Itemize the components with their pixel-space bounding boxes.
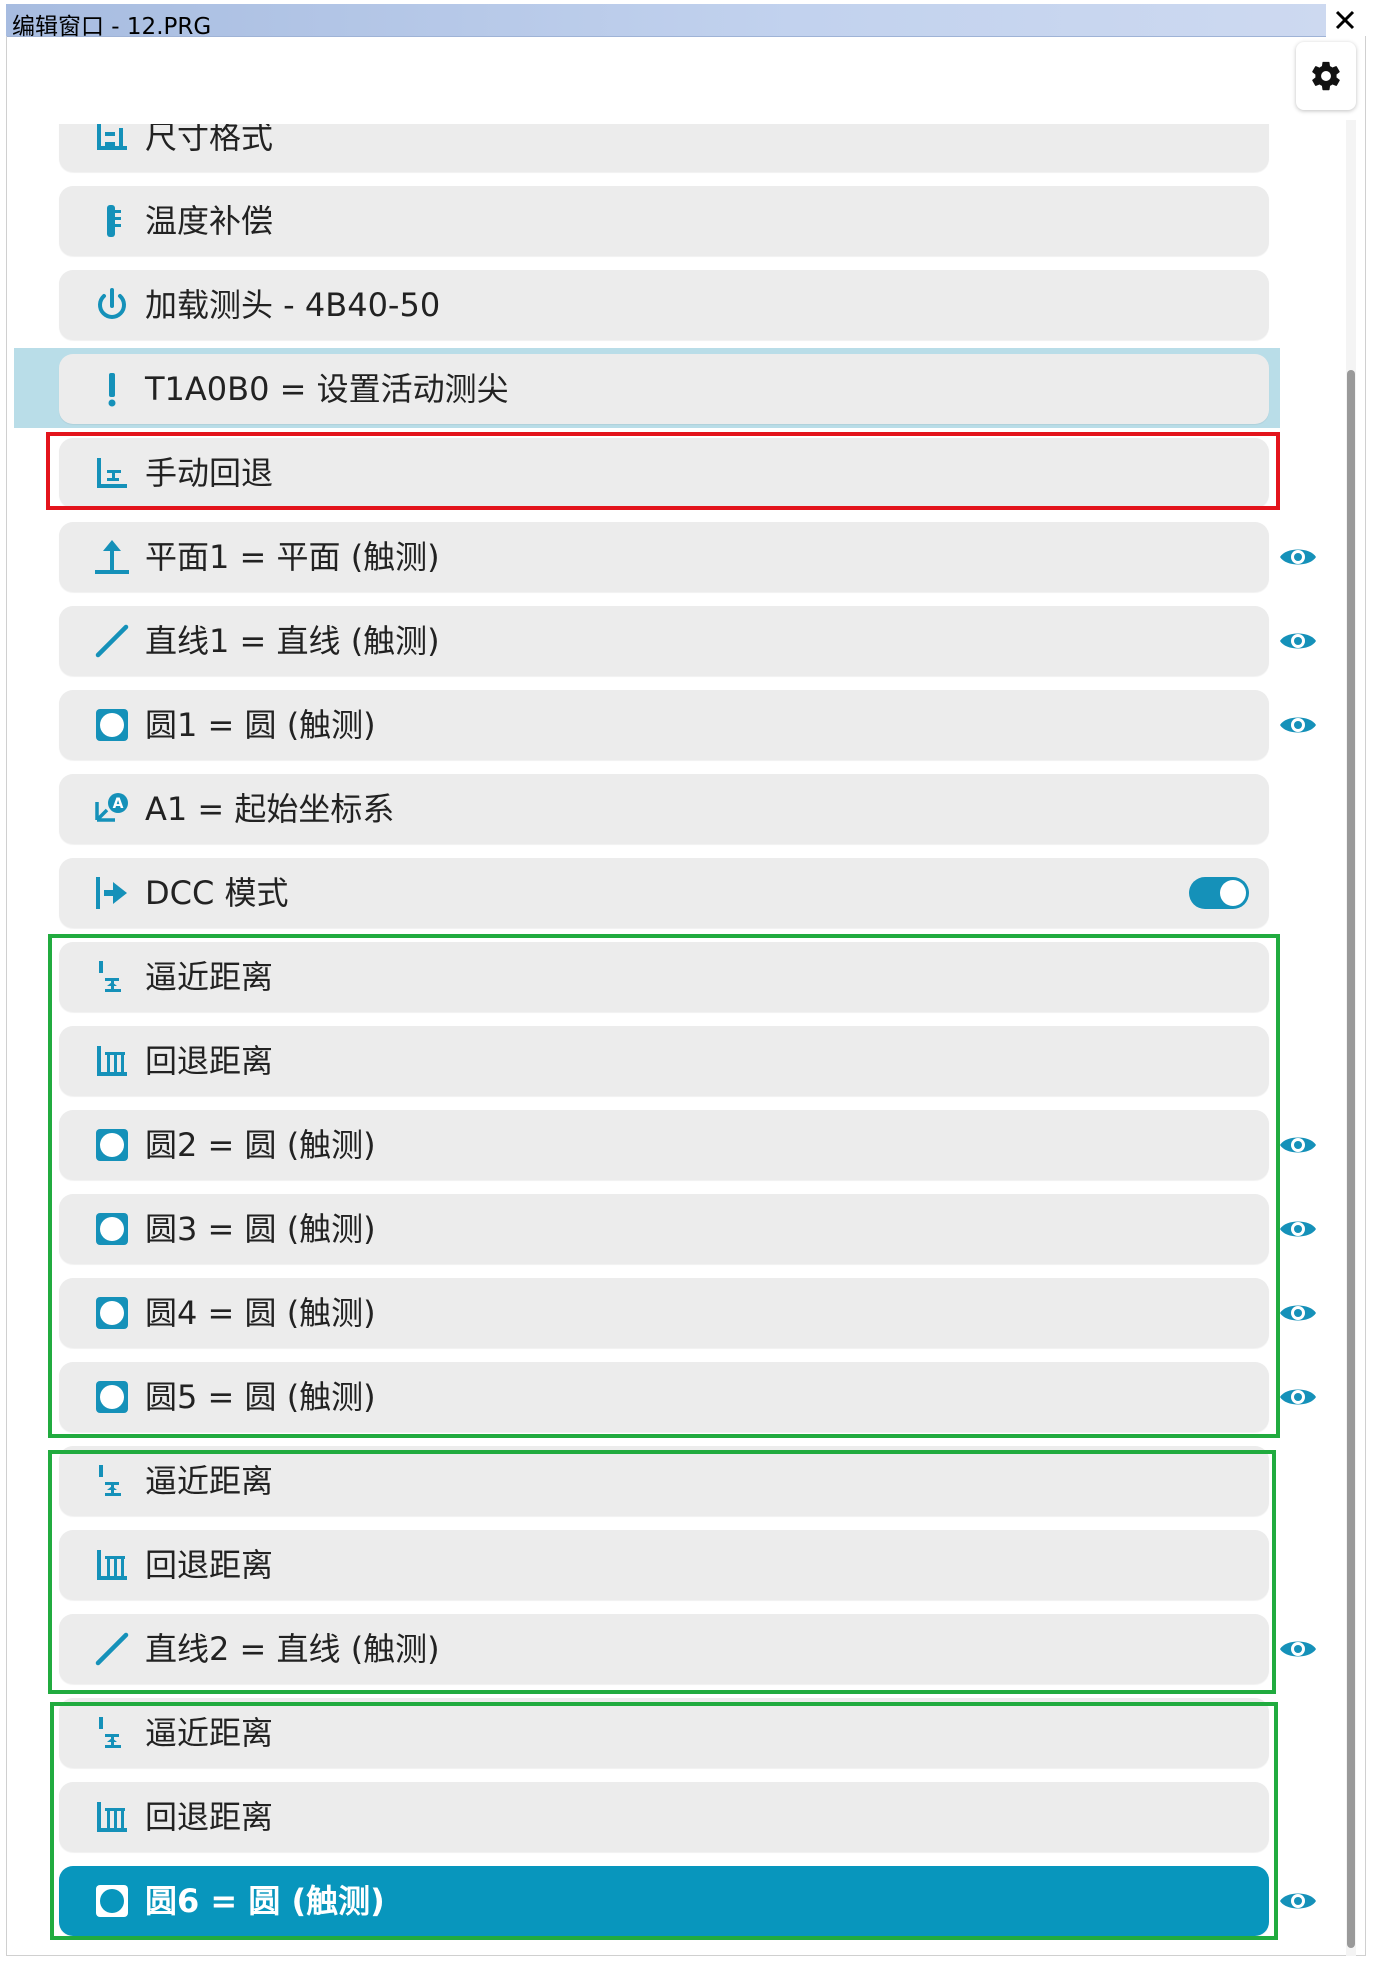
probe-tip-icon: [93, 370, 131, 408]
list-item[interactable]: 尺寸格式: [59, 124, 1269, 172]
eye-icon[interactable]: [1278, 712, 1318, 738]
list-item[interactable]: 加载测头 - 4B40-50: [59, 270, 1269, 340]
list-item-label: 圆1 = 圆 (触测): [145, 706, 376, 744]
plane-icon: [93, 538, 131, 576]
eye-icon[interactable]: [1278, 1300, 1318, 1326]
dcc-mode-icon: [93, 874, 131, 912]
list-item-label: 平面1 = 平面 (触测): [145, 538, 440, 576]
annotation-frame-red: [46, 432, 1280, 510]
edit-window: 编辑窗口 - 12.PRG 尺寸格式温度补偿加载测头 - 4B40-50 T1A0…: [0, 0, 1374, 1964]
gear-icon: [1312, 61, 1340, 91]
line-icon: [93, 622, 131, 660]
eye-icon[interactable]: [1278, 1384, 1318, 1410]
list-item[interactable]: 温度补偿: [59, 186, 1269, 256]
eye-icon[interactable]: [1278, 544, 1318, 570]
list-item[interactable]: A A1 = 起始坐标系: [59, 774, 1269, 844]
list-item-label: T1A0B0 = 设置活动测尖: [145, 370, 509, 408]
annotation-frame-green: [48, 934, 1280, 1438]
scrollbar-thumb[interactable]: [1347, 370, 1355, 1948]
list-item[interactable]: 圆1 = 圆 (触测): [59, 690, 1269, 760]
coordinate-system-icon: A: [93, 790, 131, 828]
list-item[interactable]: DCC 模式: [59, 858, 1269, 928]
list-item-label: DCC 模式: [145, 874, 289, 912]
thermometer-icon: [93, 202, 131, 240]
list-item[interactable]: T1A0B0 = 设置活动测尖: [59, 354, 1269, 424]
title-bar[interactable]: 编辑窗口 - 12.PRG: [6, 4, 1326, 40]
toggle-knob: [1220, 880, 1246, 906]
dcc-mode-toggle[interactable]: [1189, 877, 1249, 909]
close-button[interactable]: [1328, 2, 1362, 38]
list-item-label: 温度补偿: [145, 202, 274, 240]
svg-text:A: A: [113, 796, 124, 812]
settings-button[interactable]: [1296, 42, 1356, 110]
eye-icon[interactable]: [1278, 1132, 1318, 1158]
annotation-frame-green: [50, 1702, 1278, 1940]
annotation-frame-green: [48, 1450, 1276, 1694]
power-icon: [93, 286, 131, 324]
list-item[interactable]: 平面1 = 平面 (触测): [59, 522, 1269, 592]
circle-icon: [93, 706, 131, 744]
list-item[interactable]: 直线1 = 直线 (触测): [59, 606, 1269, 676]
list-item-label: 直线1 = 直线 (触测): [145, 622, 440, 660]
close-icon: [1335, 10, 1355, 30]
eye-icon[interactable]: [1278, 1216, 1318, 1242]
eye-icon[interactable]: [1278, 1636, 1318, 1662]
eye-icon[interactable]: [1278, 1888, 1318, 1914]
dimension-format-icon: [93, 124, 131, 156]
list-item-label: A1 = 起始坐标系: [145, 790, 395, 828]
list-item-label: 尺寸格式: [145, 124, 274, 156]
eye-icon[interactable]: [1278, 628, 1318, 654]
list-item-label: 加载测头 - 4B40-50: [145, 286, 441, 324]
